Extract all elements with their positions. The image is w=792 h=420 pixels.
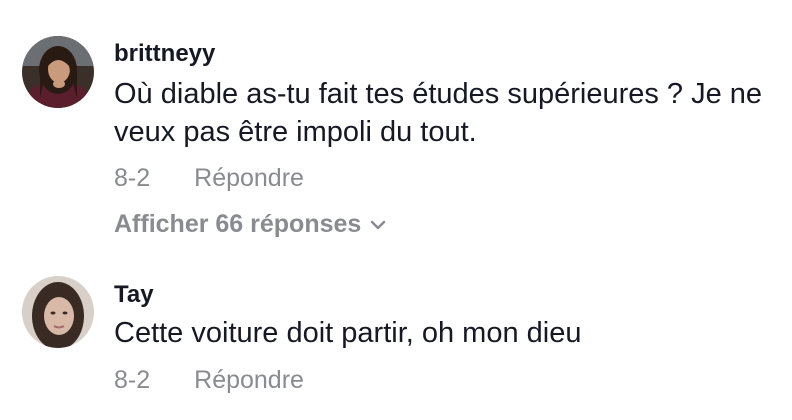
comment-meta: 8-2 Répondre: [114, 365, 304, 395]
comment-meta: 8-2 Répondre: [114, 163, 304, 193]
chevron-down-icon: [371, 221, 386, 230]
view-replies-button[interactable]: Afficher 66 réponses: [114, 209, 387, 239]
reply-button[interactable]: Répondre: [194, 164, 304, 192]
comment-text: Cette voiture doit partir, oh mon dieu: [114, 317, 582, 349]
user-avatar[interactable]: [22, 36, 94, 108]
comment-date: 8-2: [114, 366, 151, 394]
avatar-photo-icon: [22, 276, 94, 348]
comment-date: 8-2: [114, 164, 151, 192]
reply-button[interactable]: Répondre: [194, 366, 304, 394]
view-replies-label: Afficher 66 réponses: [114, 210, 362, 238]
comment-username[interactable]: Tay: [114, 281, 154, 309]
comment-text: Où diable as-tu fait tes études supérieu…: [114, 78, 763, 148]
comment-username[interactable]: brittneyy: [114, 40, 215, 68]
comment-item: Tay Cette voiture doit partir, oh mon di…: [0, 250, 792, 420]
user-avatar[interactable]: [22, 276, 94, 348]
avatar-photo-icon: [22, 36, 94, 108]
comment-item: brittneyy Où diable as-tu fait tes étude…: [0, 0, 792, 250]
